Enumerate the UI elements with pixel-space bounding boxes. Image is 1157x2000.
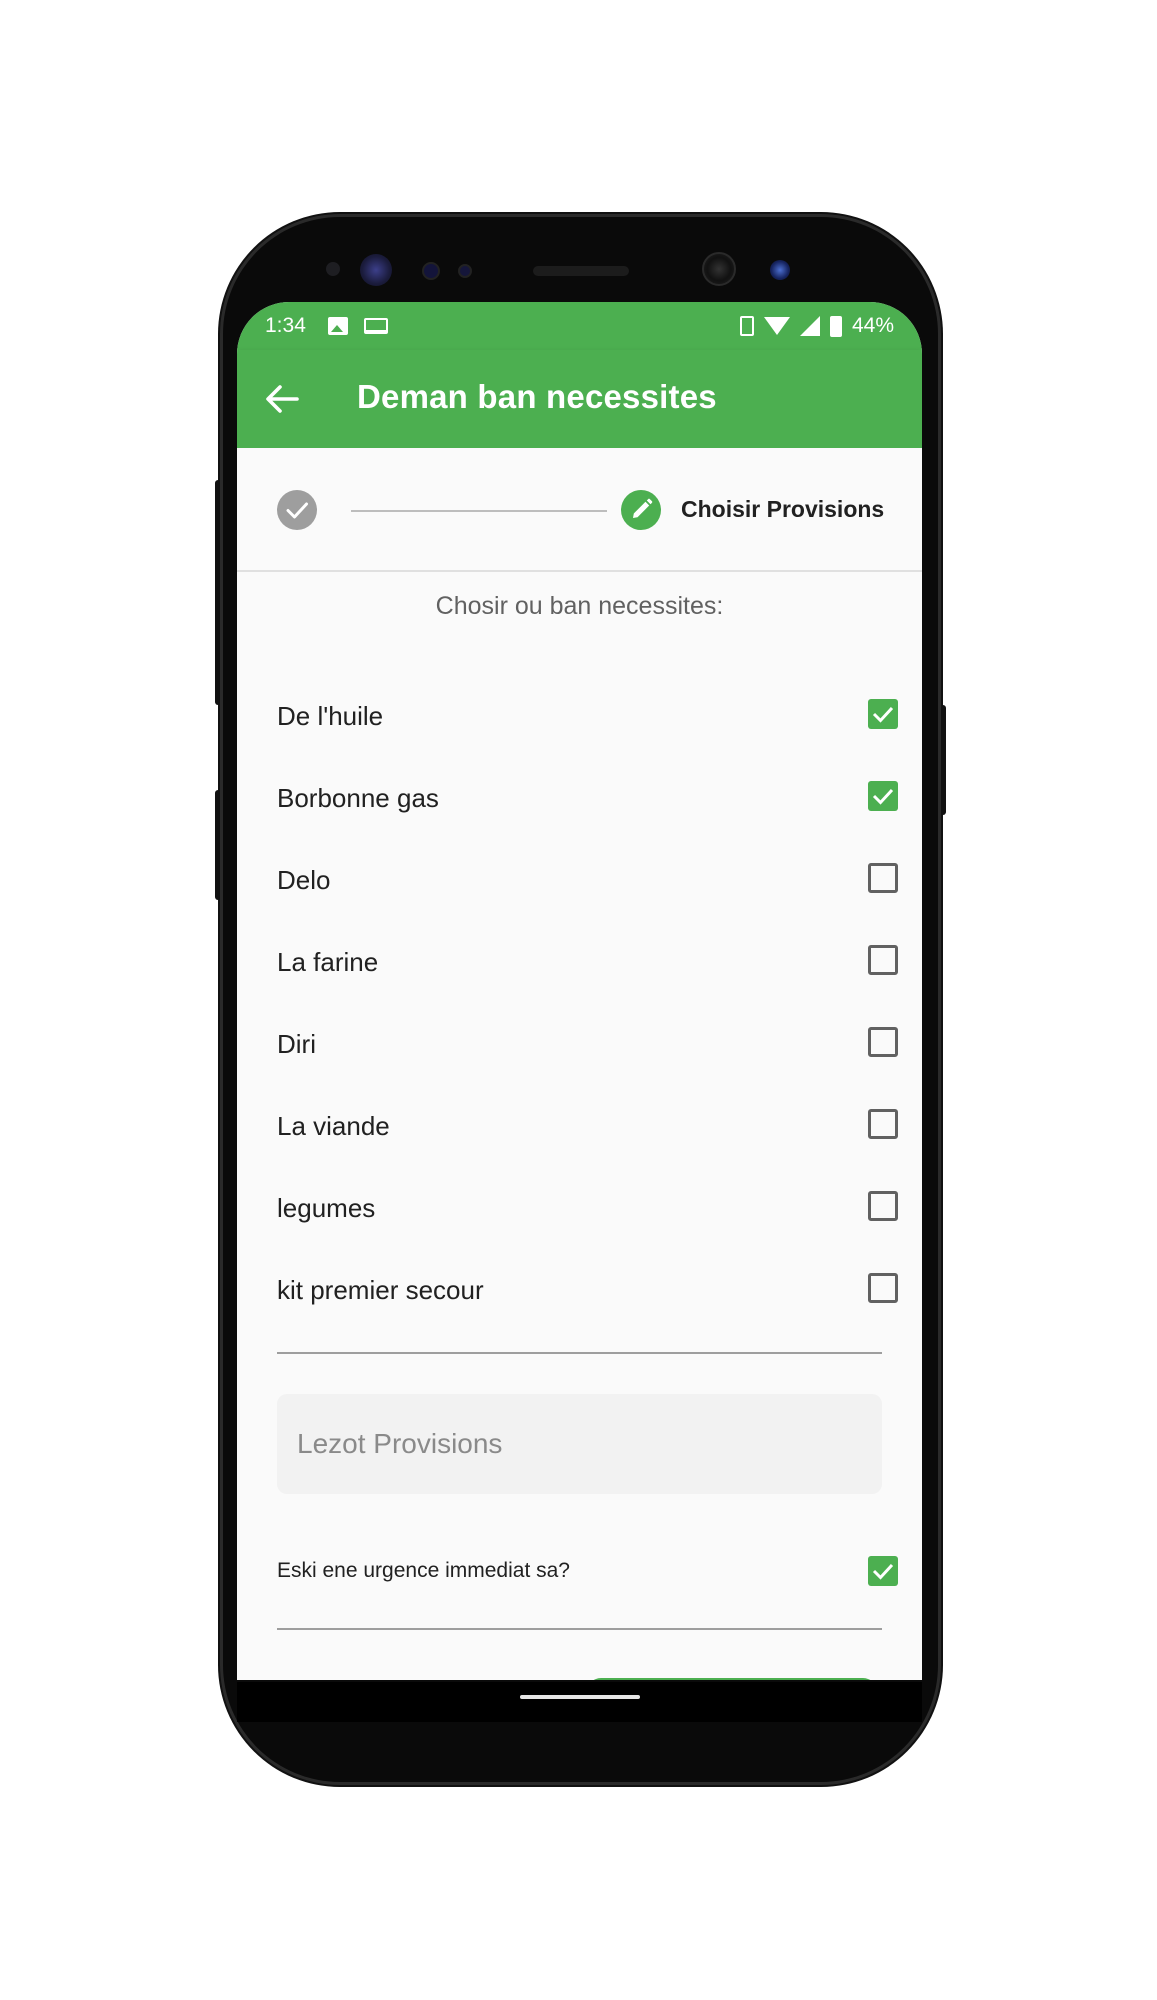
list-item[interactable]: legumes [277,1177,898,1241]
navigation-bar [237,1682,922,1722]
step-label: Choisir Provisions [681,496,885,522]
item-label: Diri [277,1029,316,1059]
item-label: Borbonne gas [277,783,439,813]
item-label: La farine [277,947,379,977]
other-provisions-input[interactable]: Lezot Provisions [277,1394,882,1494]
image-icon [327,317,348,335]
iris-scanner [360,254,392,286]
sensor-dot [326,262,340,276]
check-icon [286,502,308,519]
list-item[interactable]: La viande [277,1095,898,1159]
app-bar: Deman ban necessites [237,350,922,448]
item-label: legumes [277,1193,376,1223]
iris-camera [770,260,790,280]
item-checkbox[interactable] [868,1273,898,1303]
vibrate-icon [739,316,754,336]
urgent-checkbox[interactable] [868,1556,898,1586]
step-active[interactable] [621,490,661,530]
list-item[interactable]: La farine [277,931,898,995]
item-checkbox[interactable] [868,863,898,893]
stepper: Choisir Provisions [237,448,922,572]
status-time: 1:34 [265,314,306,337]
divider [277,1628,882,1630]
step-connector [351,510,607,512]
battery-percent: 44% [851,314,894,337]
check-icon [872,706,894,723]
app-screen: 1:34 44% Deman ban necessites Choisir Pr… [237,302,922,1680]
wifi-icon [763,317,790,335]
list-item[interactable]: Borbonne gas [277,767,898,831]
item-label: kit premier secour [277,1275,484,1305]
laptop-icon [363,318,388,334]
item-checkbox[interactable] [868,1109,898,1139]
battery-icon [829,315,842,337]
light-sensor [458,264,472,278]
front-camera [702,252,736,286]
divider [277,1352,882,1354]
item-checkbox[interactable] [868,1191,898,1221]
item-checkbox[interactable] [868,945,898,975]
item-label: De l'huile [277,701,384,731]
status-bar: 1:34 44% [237,302,922,350]
earpiece-speaker [533,266,629,276]
signal-icon [799,316,820,336]
check-icon [872,788,894,805]
section-title: Chosir ou ban necessites: [435,592,724,620]
continue-button[interactable] [587,1678,877,1680]
step-completed[interactable] [277,490,317,530]
page-title: Deman ban necessites [357,378,717,415]
item-label: Delo [277,865,331,895]
item-checkbox[interactable] [868,1027,898,1057]
item-label: La viande [277,1111,390,1141]
pencil-icon [633,498,653,518]
proximity-sensor [422,262,440,280]
item-checkbox[interactable] [868,699,898,729]
list-item[interactable]: Delo [277,849,898,913]
list-item[interactable]: De l'huile [277,685,898,749]
list-item[interactable]: Diri [277,1013,898,1077]
check-icon [872,1563,894,1580]
item-checkbox[interactable] [868,781,898,811]
urgent-label: Eski ene urgence immediat sa? [277,1559,570,1582]
list-item[interactable]: kit premier secour [277,1259,898,1323]
arrow-left-icon[interactable] [265,384,299,414]
home-gesture-pill[interactable] [520,1695,640,1699]
